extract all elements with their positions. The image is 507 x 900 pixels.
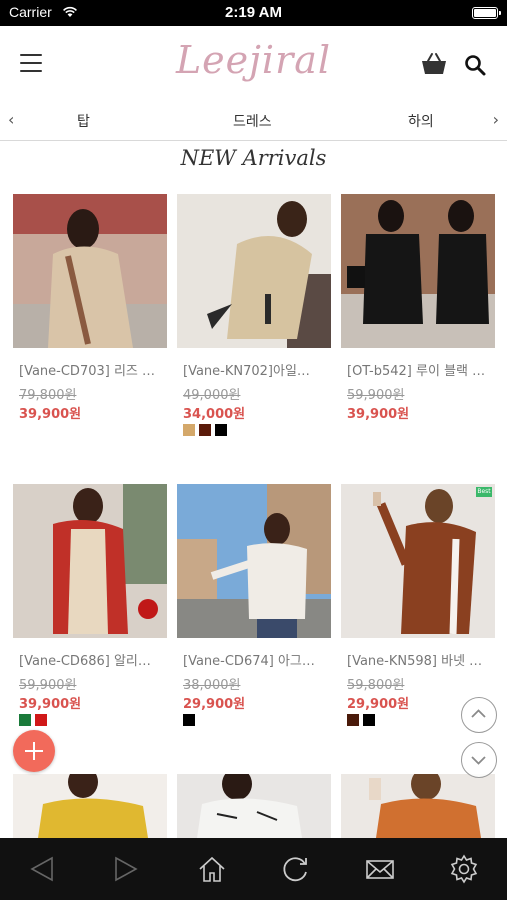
color-swatch[interactable] <box>35 714 47 726</box>
product-image[interactable] <box>341 774 495 838</box>
heart-icon[interactable] <box>465 166 487 186</box>
color-swatch[interactable] <box>183 714 195 726</box>
search-icon[interactable] <box>463 53 487 77</box>
heart-icon[interactable] <box>301 166 323 186</box>
product-name[interactable]: [Vane-KN598] 바넷 … <box>347 650 489 669</box>
mail-icon[interactable] <box>363 852 397 886</box>
battery-icon <box>472 7 501 19</box>
original-price: 49,000원 <box>183 388 241 403</box>
product-name[interactable]: [OT-b542] 루이 블랙 … <box>347 360 489 379</box>
clock: 2:19 AM <box>225 4 282 21</box>
sale-price: 39,900원 <box>19 697 82 712</box>
product-image[interactable] <box>341 194 495 348</box>
scroll-down-button[interactable] <box>461 742 497 778</box>
product-image[interactable] <box>13 774 167 838</box>
product-image[interactable] <box>177 484 331 638</box>
color-swatches <box>347 714 375 726</box>
original-price: 38,000원 <box>183 678 241 693</box>
original-price: 59,900원 <box>19 678 77 693</box>
color-swatch[interactable] <box>183 424 195 436</box>
category-tab-top[interactable]: 탑 <box>77 111 90 131</box>
color-swatch[interactable] <box>215 424 227 436</box>
category-nav: ‹ 탑 드레스 하의 › <box>0 102 507 141</box>
color-swatches <box>183 714 195 726</box>
product-image[interactable] <box>13 484 167 638</box>
bottom-toolbar <box>0 838 507 900</box>
add-button[interactable] <box>13 730 55 772</box>
forward-icon[interactable] <box>108 852 142 886</box>
heart-icon[interactable] <box>465 456 487 476</box>
chevron-left-icon[interactable]: ‹ <box>8 110 14 129</box>
app-header: Leejiral <box>0 26 507 102</box>
color-swatch[interactable] <box>19 714 31 726</box>
heart-icon[interactable] <box>137 166 159 186</box>
category-tab-bottoms[interactable]: 하의 <box>408 111 434 131</box>
section-title: NEW Arrivals <box>180 146 327 170</box>
color-swatches <box>19 714 47 726</box>
color-swatch[interactable] <box>199 424 211 436</box>
sale-price: 34,000원 <box>183 407 246 422</box>
chevron-down-icon <box>471 756 486 765</box>
back-icon[interactable] <box>26 852 60 886</box>
heart-icon[interactable] <box>301 456 323 476</box>
color-swatches <box>183 424 227 436</box>
chevron-up-icon <box>471 709 486 718</box>
category-tab-dress[interactable]: 드레스 <box>233 111 272 131</box>
original-price: 59,900원 <box>347 388 405 403</box>
sale-price: 29,900원 <box>347 697 410 712</box>
product-image[interactable] <box>341 484 495 638</box>
product-name[interactable]: [Vane-KN702]아일… <box>183 360 325 379</box>
product-image[interactable] <box>177 194 331 348</box>
sale-price: 39,900원 <box>347 407 410 422</box>
sale-price: 29,900원 <box>183 697 246 712</box>
best-badge: Best <box>476 487 492 497</box>
color-swatch[interactable] <box>347 714 359 726</box>
original-price: 59,800원 <box>347 678 405 693</box>
shopping-basket-icon[interactable] <box>421 52 447 76</box>
sale-price: 39,900원 <box>19 407 82 422</box>
heart-icon[interactable] <box>137 456 159 476</box>
home-icon[interactable] <box>195 852 229 886</box>
status-bar: Carrier 2:19 AM <box>0 0 507 26</box>
color-swatch[interactable] <box>363 714 375 726</box>
product-image[interactable] <box>177 774 331 838</box>
chevron-right-icon[interactable]: › <box>493 110 499 129</box>
original-price: 79,800원 <box>19 388 77 403</box>
product-name[interactable]: [Vane-CD674] 아그… <box>183 650 325 669</box>
settings-icon[interactable] <box>447 852 481 886</box>
scroll-up-button[interactable] <box>461 697 497 733</box>
product-name[interactable]: [Vane-CD686] 알리… <box>19 650 161 669</box>
product-image[interactable] <box>13 194 167 348</box>
product-name[interactable]: [Vane-CD703] 리즈 … <box>19 360 161 379</box>
refresh-icon[interactable] <box>279 852 313 886</box>
